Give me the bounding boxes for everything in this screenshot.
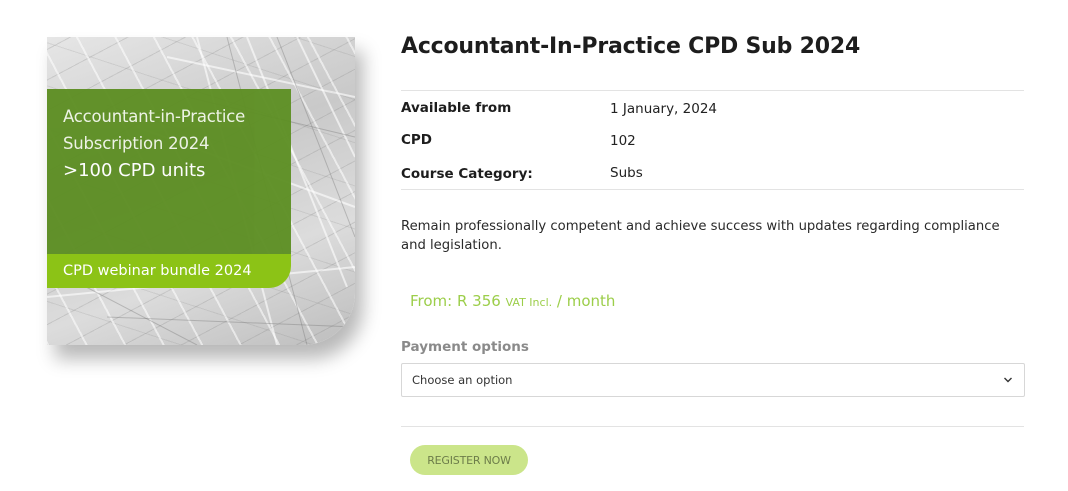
price-period: / month xyxy=(556,292,616,310)
image-band-label: CPD webinar bundle 2024 xyxy=(63,263,252,279)
price: From: R 356 VAT Incl. / month xyxy=(410,292,615,310)
meta-key: CPD xyxy=(401,132,433,148)
image-units: >100 CPD units xyxy=(63,160,206,181)
meta-value: 1 January, 2024 xyxy=(610,101,717,117)
meta-value: Subs xyxy=(610,165,643,181)
divider xyxy=(401,189,1024,190)
price-amount: From: R 356 xyxy=(410,292,501,310)
meta-row-category: Course Category: Subs xyxy=(401,165,1024,190)
product-title: Accountant-In-Practice CPD Sub 2024 xyxy=(401,34,861,59)
select-value: Choose an option xyxy=(412,373,513,387)
register-now-button[interactable]: REGISTER NOW xyxy=(410,445,528,475)
chevron-down-icon xyxy=(1004,377,1012,383)
price-vat: VAT Incl. xyxy=(505,296,553,309)
meta-key: Available from xyxy=(401,100,512,116)
image-title-line2: Subscription 2024 xyxy=(63,134,210,153)
payment-options-select[interactable]: Choose an option xyxy=(401,363,1025,397)
payment-options-label: Payment options xyxy=(401,339,529,355)
meta-row-available: Available from 1 January, 2024 xyxy=(401,100,1024,124)
product-page: Accountant-in-Practice Subscription 2024… xyxy=(0,0,1068,491)
image-title: Accountant-in-Practice Subscription 2024 xyxy=(63,103,245,157)
image-band: CPD webinar bundle 2024 xyxy=(47,254,291,288)
divider xyxy=(401,426,1024,427)
title-panel: Accountant-in-Practice Subscription 2024… xyxy=(47,89,291,254)
meta-value: 102 xyxy=(610,133,636,149)
meta-key: Course Category: xyxy=(401,166,533,182)
product-description: Remain professionally competent and achi… xyxy=(401,219,1000,253)
product-image: Accountant-in-Practice Subscription 2024… xyxy=(47,37,355,345)
divider xyxy=(401,90,1024,91)
meta-row-cpd: CPD 102 xyxy=(401,132,1024,156)
image-title-line1: Accountant-in-Practice xyxy=(63,107,246,126)
